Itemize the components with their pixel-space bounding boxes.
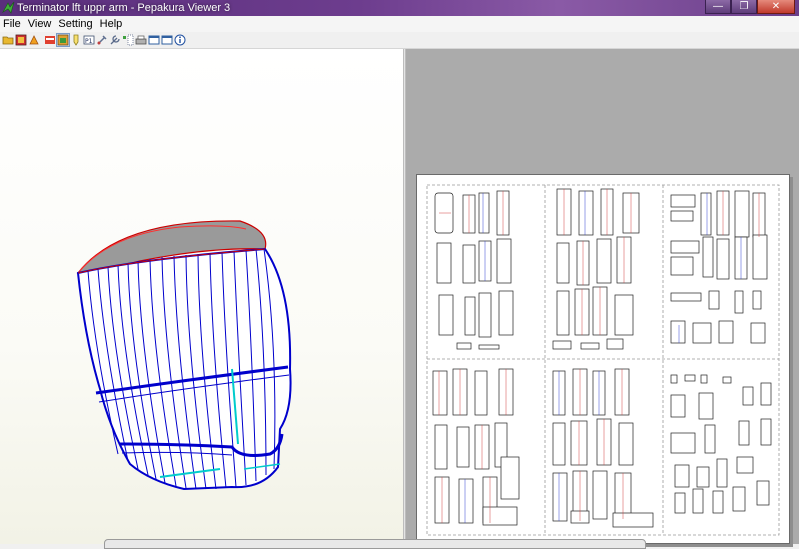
3d-model-view[interactable]	[0, 49, 403, 544]
piece-icon[interactable]	[122, 34, 134, 46]
3d-2d-view-icon[interactable]	[56, 33, 70, 47]
highlight-icon[interactable]	[70, 34, 82, 46]
window-icon[interactable]	[148, 34, 160, 46]
print-icon[interactable]	[28, 34, 40, 46]
printer-icon[interactable]	[135, 34, 147, 46]
tool-icon[interactable]	[109, 34, 121, 46]
unfolded-pattern	[426, 184, 780, 536]
window-title: Terminator lft uppr arm - Pepakura Viewe…	[17, 2, 231, 14]
settings-icon[interactable]	[96, 34, 108, 46]
menu-view[interactable]: View	[25, 16, 56, 32]
3d-view-icon[interactable]	[15, 34, 27, 46]
svg-text:P1: P1	[85, 38, 93, 45]
unfold-icon[interactable]	[44, 34, 56, 46]
maximize-button[interactable]: ❐	[731, 0, 757, 14]
window-icon[interactable]	[161, 34, 173, 46]
close-button[interactable]: ✕	[757, 0, 795, 14]
scale-text-icon[interactable]: P1	[83, 34, 95, 46]
info-icon[interactable]	[174, 34, 186, 46]
open-folder-icon[interactable]	[2, 34, 14, 46]
title-bar: Terminator lft uppr arm - Pepakura Viewe…	[0, 0, 799, 16]
3d-model[interactable]	[0, 49, 403, 544]
menu-bar: File View Setting Help	[0, 16, 799, 32]
minimize-button[interactable]: —	[705, 0, 731, 14]
paper-sheet	[416, 174, 790, 544]
toolbar: P1	[0, 32, 799, 49]
menu-help[interactable]: Help	[97, 16, 127, 32]
app-icon[interactable]	[2, 1, 15, 14]
bottom-panel	[104, 539, 646, 549]
menu-setting[interactable]: Setting	[55, 16, 96, 32]
pattern-pieces	[432, 188, 772, 528]
2d-pattern-view[interactable]	[406, 49, 799, 544]
window-controls: — ❐ ✕	[705, 0, 795, 14]
menu-file[interactable]: File	[0, 16, 25, 32]
